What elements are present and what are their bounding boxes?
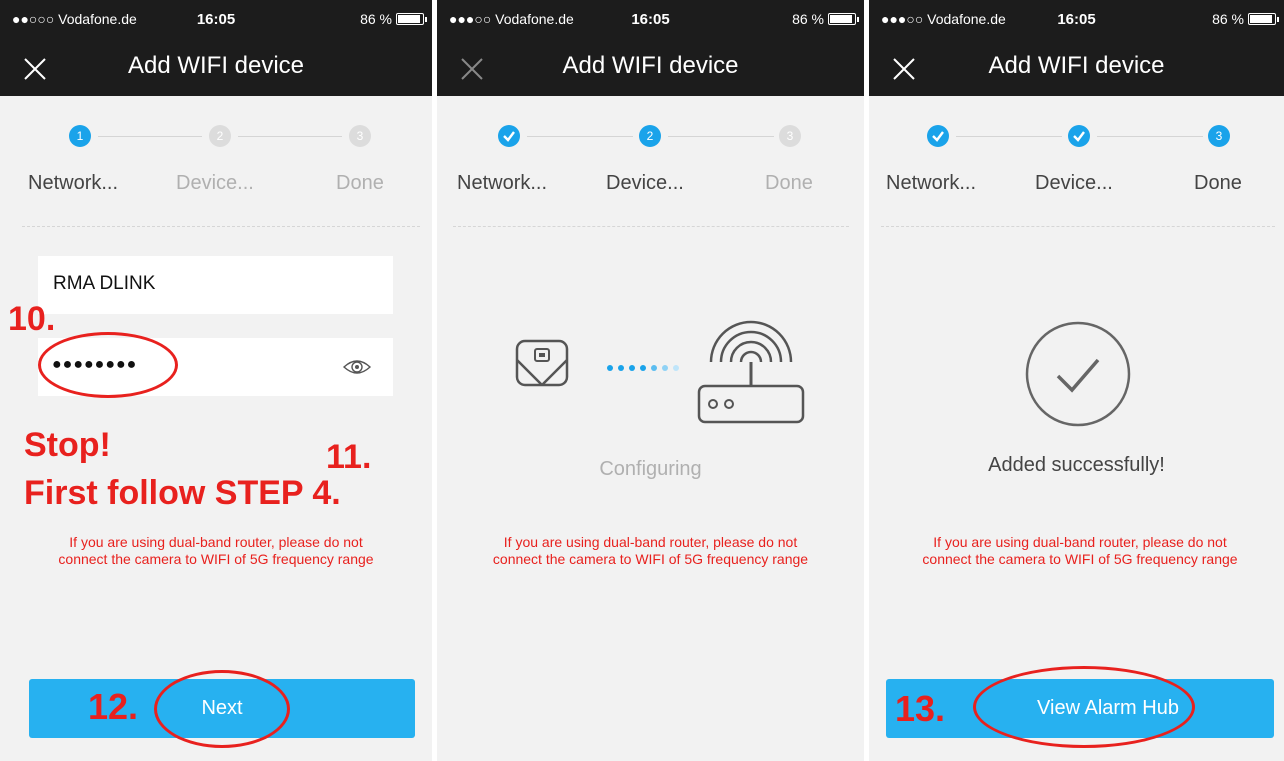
page-title: Add WIFI device	[127, 52, 305, 79]
step-2-dot: 2	[209, 125, 231, 147]
eye-icon[interactable]	[342, 356, 372, 378]
divider	[881, 226, 1275, 227]
step-3-dot: 3	[349, 125, 371, 147]
annotation-circle	[154, 670, 290, 748]
battery-icon	[1248, 13, 1279, 25]
page-title: Add WIFI device	[988, 52, 1165, 79]
step-connector	[1097, 136, 1203, 137]
step-indicator: 2 3	[437, 125, 864, 155]
step-label-network: Network...	[457, 172, 548, 194]
annotation-circle	[973, 666, 1195, 748]
page-title: Add WIFI device	[562, 52, 739, 79]
annotation-step-13: 13.	[895, 688, 946, 729]
battery-percent: 86 %	[792, 11, 824, 27]
battery-indicator: 86 %	[360, 11, 427, 27]
battery-icon	[396, 13, 427, 25]
status-bar: ●●○○○ Vodafone.de 16:05 86 %	[0, 0, 432, 38]
step-1-check-icon	[927, 125, 949, 147]
divider	[22, 226, 420, 227]
step-connector	[238, 136, 342, 137]
battery-percent: 86 %	[360, 11, 392, 27]
success-check-icon	[1025, 321, 1131, 427]
step-label-device: Device...	[606, 172, 684, 194]
step-connector	[668, 136, 774, 137]
dual-band-warning: If you are using dual-band router, pleas…	[492, 534, 809, 567]
step-connector	[98, 136, 202, 137]
divider	[453, 226, 849, 227]
dual-band-warning: If you are using dual-band router, pleas…	[922, 534, 1238, 567]
nav-bar: Add WIFI device	[0, 38, 432, 96]
step-label-device: Device...	[1035, 172, 1113, 194]
setup-screen-network: ●●○○○ Vodafone.de 16:05 86 % Add WIFI de…	[0, 0, 432, 761]
annotation-follow-step4: First follow STEP 4.	[24, 474, 341, 512]
setup-screen-configuring: ●●●○○ Vodafone.de 16:05 86 % Add WIFI de…	[437, 0, 864, 761]
configuring-status: Configuring	[599, 458, 702, 480]
step-label-network: Network...	[886, 172, 977, 194]
step-3-dot: 3	[1208, 125, 1230, 147]
battery-percent: 86 %	[1212, 11, 1244, 27]
nav-bar: Add WIFI device	[437, 38, 864, 96]
setup-screen-done: ●●●○○ Vodafone.de 16:05 86 % Add WIFI de…	[869, 0, 1284, 761]
step-2-check-icon	[1068, 125, 1090, 147]
camera-device-icon	[515, 339, 569, 387]
step-3-dot: 3	[779, 125, 801, 147]
annotation-step-10: 10.	[8, 300, 56, 338]
step-indicator: 1 2 3	[0, 125, 432, 155]
router-icon	[697, 320, 805, 424]
status-bar: ●●●○○ Vodafone.de 16:05 86 %	[437, 0, 864, 38]
annotation-step-12: 12.	[88, 686, 139, 727]
battery-indicator: 86 %	[792, 11, 859, 27]
step-indicator: 3	[869, 125, 1284, 155]
nav-bar: Add WIFI device	[869, 38, 1284, 96]
annotation-stop: Stop!	[24, 426, 111, 464]
step-2-dot: 2	[639, 125, 661, 147]
step-label-done: Done	[765, 172, 813, 194]
wifi-name-input[interactable]: RMA DLINK	[38, 256, 393, 314]
step-label-network: Network...	[28, 172, 119, 194]
annotation-circle	[38, 332, 178, 398]
step-label-done: Done	[336, 172, 384, 194]
step-1-dot: 1	[69, 125, 91, 147]
step-connector	[956, 136, 1062, 137]
annotation-step-11: 11.	[326, 438, 372, 476]
step-label-device: Device...	[176, 172, 254, 194]
status-bar: ●●●○○ Vodafone.de 16:05 86 %	[869, 0, 1284, 38]
step-connector	[527, 136, 633, 137]
battery-icon	[828, 13, 859, 25]
progress-dots-icon	[607, 365, 679, 371]
success-status: Added successfully!	[988, 454, 1165, 476]
battery-indicator: 86 %	[1212, 11, 1279, 27]
step-1-check-icon	[498, 125, 520, 147]
step-label-done: Done	[1194, 172, 1242, 194]
dual-band-warning: If you are using dual-band router, pleas…	[58, 534, 374, 567]
